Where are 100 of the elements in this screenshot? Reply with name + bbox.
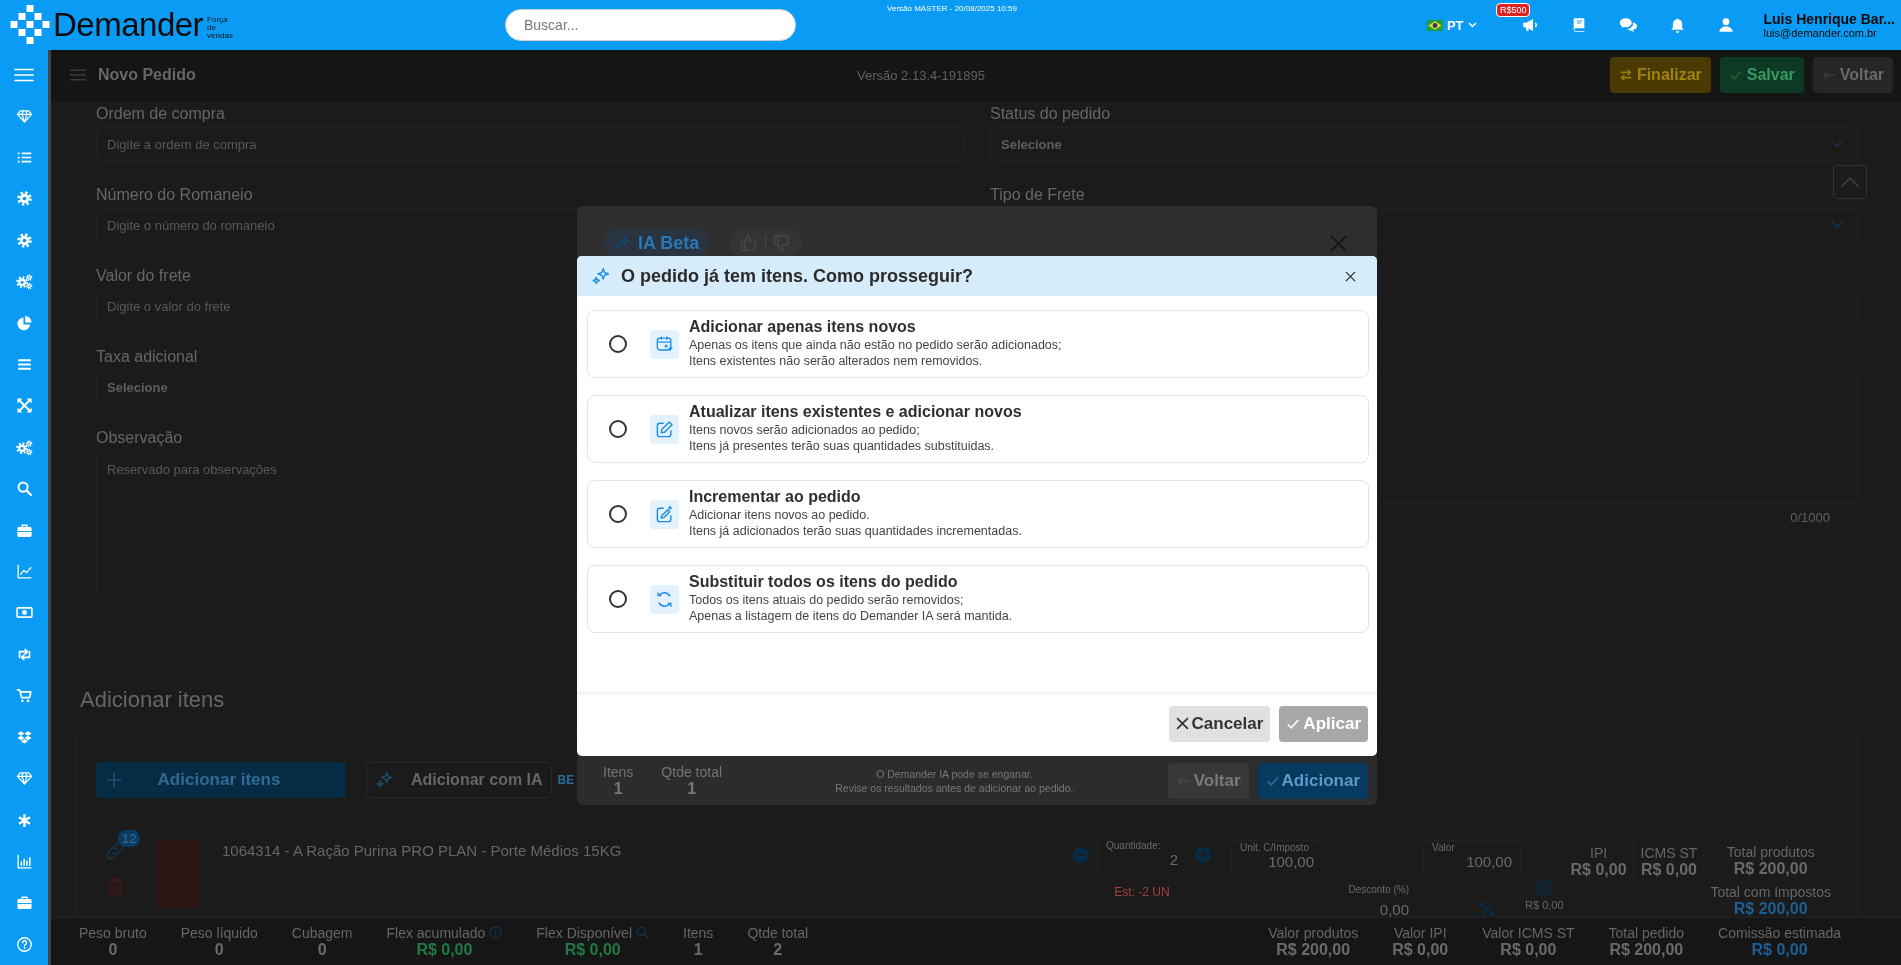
calendar-plus-icon	[650, 329, 679, 359]
section-title: Adicionar itens	[80, 687, 226, 713]
announcement-badge: R$500	[1495, 3, 1531, 17]
check-icon	[1728, 68, 1743, 82]
total-label: Total produtos	[1726, 844, 1815, 860]
version-label: Versão 2.13.4-191895	[857, 67, 985, 83]
option-card[interactable]: Atualizar itens existentes e adicionar novos Itens novos serão adicionados ao pedido; Itens já presentes terão suas quantidades substituidas.	[587, 395, 1369, 463]
option-card[interactable]: Substituir todos os itens do pedido Todos os itens atuais do pedido serão removidos; Apenas a listagem de itens do Demander IA será mantida.	[587, 565, 1369, 633]
add-button[interactable]: Adicionar	[1257, 762, 1368, 799]
cancel-button[interactable]: Cancelar	[1168, 705, 1271, 742]
field-label: Observação	[96, 428, 183, 448]
beta-tag: BE	[557, 773, 575, 787]
back-button[interactable]: Voltar	[1812, 57, 1893, 93]
summary-value: 0	[108, 940, 118, 959]
menu-icon[interactable]	[70, 69, 86, 81]
field-label: Taxa adicional	[96, 347, 198, 367]
field-value: 100,00	[1268, 853, 1315, 870]
summary-label: Valor IPI	[1393, 924, 1447, 941]
user-name[interactable]: Luis Henrique Bar...	[1763, 11, 1895, 27]
summary-label: Flex Disponível	[536, 924, 632, 941]
megaphone-icon[interactable]	[1520, 16, 1539, 34]
swap-icon	[1618, 68, 1633, 82]
summary-value: 2	[773, 940, 783, 959]
summary-label: Flex acumulado	[386, 924, 486, 941]
stat-value: 1	[687, 779, 697, 798]
back-button[interactable]: Voltar	[1167, 762, 1249, 799]
edit-plus-icon	[650, 499, 679, 529]
plus-icon	[106, 772, 122, 788]
search-icon[interactable]	[636, 926, 649, 939]
sparkle-icon	[614, 234, 632, 252]
add-with-ai-button[interactable]: Adicionar com IA	[366, 762, 552, 798]
radio-button[interactable]	[609, 505, 627, 523]
total-value: R$ 200,00	[1733, 900, 1808, 917]
summary-value: 0	[214, 940, 224, 959]
summary-label: Peso líquido	[180, 924, 258, 941]
summary-label: Total pedido	[1608, 924, 1685, 941]
total-label: Total com Impostos	[1710, 884, 1831, 900]
summary-value: R$ 0,00	[1500, 940, 1557, 959]
price-field[interactable]: Valor 100,00	[1423, 840, 1522, 878]
field-value: 2	[1169, 851, 1179, 868]
option-title: Incrementar ao pedido	[689, 487, 862, 506]
quantity-field[interactable]: Quantidade: 2	[1097, 838, 1188, 876]
field-label: Status do pedido	[990, 104, 1111, 124]
logo-tagline: Força de vendas	[207, 16, 234, 40]
stat-label: Itens	[603, 763, 634, 780]
total-value: R$ 200,00	[1733, 860, 1808, 878]
total-value: R$ 0,00	[1570, 861, 1627, 879]
close-icon[interactable]	[1345, 270, 1356, 282]
option-card[interactable]: Adicionar apenas itens novos Apenas os itens que ainda não estão no pedido serão adicionados; Itens existentes não serão alterados nem removidos.	[587, 310, 1369, 378]
option-card[interactable]: Incrementar ao pedido Adicionar itens novos ao pedido. Itens já adicionados terão suas quantidades incrementadas.	[587, 480, 1369, 548]
finish-button[interactable]: Finalizar	[1609, 57, 1711, 93]
summary-value: R$ 200,00	[1609, 940, 1684, 959]
flag-icon	[1426, 19, 1443, 31]
chevron-down-icon	[1831, 221, 1843, 229]
field-label: Desconto (%)	[1348, 884, 1410, 895]
page-title: Novo Pedido	[98, 66, 196, 84]
summary-value: 1	[693, 940, 703, 959]
field-placeholder: Digite a ordem de compra	[107, 136, 257, 152]
bell-icon[interactable]	[1668, 16, 1686, 34]
summary-label: Comissão estimada	[1718, 924, 1841, 941]
radio-button[interactable]	[609, 590, 627, 608]
user-icon[interactable]	[1717, 17, 1734, 33]
character-counter: 0/1000	[1790, 510, 1830, 525]
summary-label: Qtde total	[747, 924, 809, 941]
radio-button[interactable]	[609, 335, 627, 353]
field-placeholder: Reservado para observações	[107, 462, 277, 477]
chevron-up-icon	[1840, 176, 1860, 188]
field-placeholder: Digite o valor do frete	[107, 298, 231, 314]
total-value: R$ 0,00	[1640, 861, 1697, 879]
search-field[interactable]: Buscar...	[505, 9, 796, 41]
field-label: Número do Romaneio	[96, 185, 253, 205]
add-items-button[interactable]: Adicionar itens	[96, 762, 346, 798]
logo-wordmark: Demander	[53, 6, 204, 44]
summary-value: R$ 0,00	[416, 940, 473, 959]
field-label: Unit. C/Imposto	[1240, 842, 1310, 853]
disclaimer-text: O Demander IA pode se enganar. Revise os resultados antes de adicionar ao pedido.	[834, 766, 1075, 795]
select-value: Selecione	[107, 379, 168, 395]
option-title: Substituir todos os itens do pedido	[689, 572, 959, 591]
info-icon[interactable]	[489, 926, 503, 939]
flex-value: R$ 0,00	[1525, 899, 1564, 911]
logo-icon	[10, 5, 50, 45]
option-description: Itens novos serão adicionados ao pedido; Itens já presentes terão suas quantidades substituidas.	[689, 421, 996, 454]
stat-value: 1	[613, 779, 623, 798]
unit-price-field[interactable]: Unit. C/Imposto 100,00	[1231, 840, 1324, 878]
select-value: Selecione	[1001, 136, 1062, 152]
summary-label: Valor ICMS ST	[1482, 924, 1575, 941]
select-field[interactable]: Selecione	[990, 127, 1858, 161]
field-label: Tipo de Frete	[990, 185, 1085, 205]
radio-button[interactable]	[609, 420, 627, 438]
summary-value: R$ 0,00	[1751, 940, 1808, 959]
chat-icon[interactable]	[1618, 16, 1637, 34]
field-label: Quantidade:	[1106, 840, 1162, 851]
total-label: ICMS ST	[1640, 845, 1698, 861]
field-placeholder: Digite o número do romaneio	[107, 217, 275, 233]
text-field[interactable]: Digite a ordem de compra	[96, 127, 964, 161]
language-selector[interactable]: PT	[1426, 17, 1477, 33]
caret-icon	[1467, 22, 1477, 28]
save-button[interactable]: Salvar	[1719, 57, 1804, 93]
field-label: Valor	[1432, 842, 1456, 853]
field-label: Valor do frete	[96, 266, 191, 286]
